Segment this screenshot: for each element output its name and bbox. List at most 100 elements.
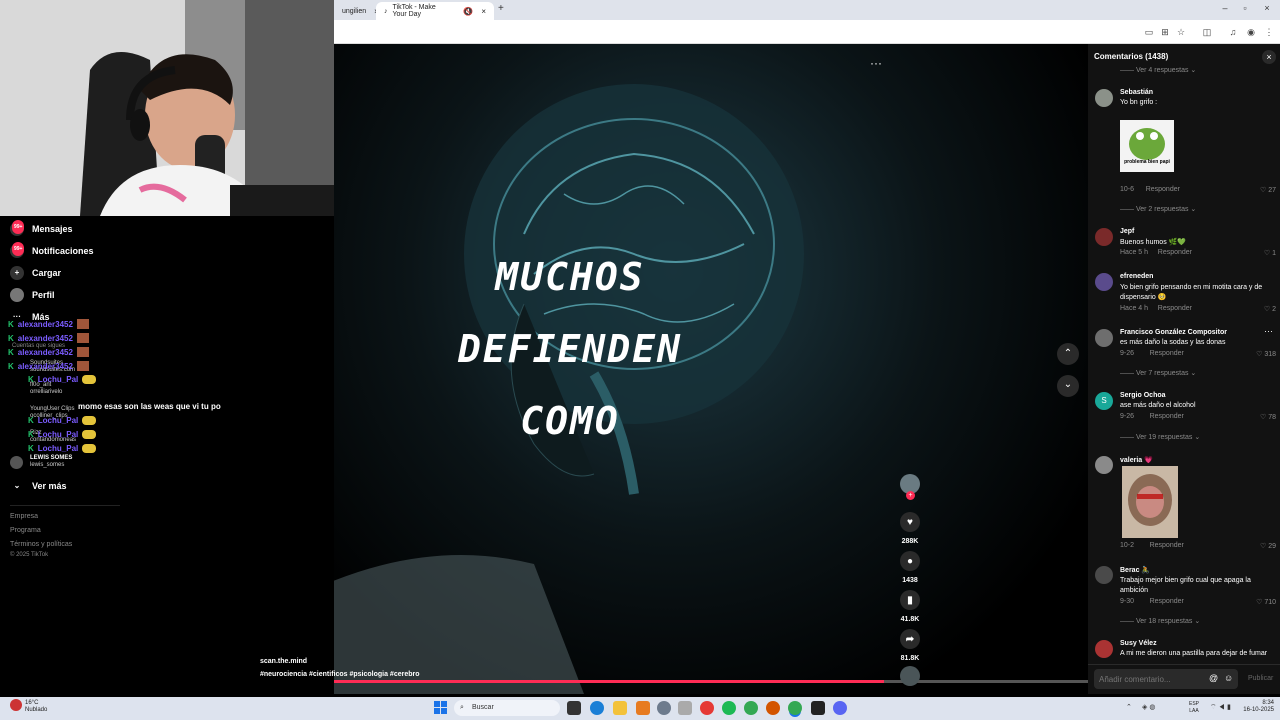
chrome-active-icon[interactable]	[788, 701, 802, 715]
discord-icon[interactable]	[833, 701, 847, 715]
menu-kebab-icon[interactable]: ⋮	[1262, 25, 1276, 39]
comment-like[interactable]: ♡ 27	[1246, 186, 1276, 194]
comment-like[interactable]: ♡ 1	[1246, 249, 1276, 257]
view-replies-button[interactable]: —— Ver 19 respuestas ⌄	[1120, 433, 1200, 441]
settings-icon[interactable]	[657, 701, 671, 715]
comment-author[interactable]: Francisco González Compositor	[1120, 329, 1227, 336]
comment-author[interactable]: Sebastián	[1120, 89, 1153, 96]
media-icon[interactable]: ♫	[1226, 25, 1240, 39]
app-icon[interactable]	[811, 701, 825, 715]
file-explorer-icon[interactable]	[613, 701, 627, 715]
avatar[interactable]	[1095, 89, 1113, 107]
reply-button[interactable]: Responder	[1150, 598, 1184, 605]
avatar[interactable]	[1095, 329, 1113, 347]
media-player-icon[interactable]	[700, 701, 714, 715]
comment-author[interactable]: valeria 💗	[1120, 456, 1153, 464]
reply-button[interactable]: Responder	[1158, 305, 1192, 312]
view-replies-button[interactable]: —— Ver 4 respuestas ⌄	[1120, 66, 1196, 74]
avatar[interactable]: S	[1095, 392, 1113, 410]
avatar[interactable]	[1095, 456, 1113, 474]
tray-icons[interactable]: ◈ ◍	[1142, 703, 1155, 711]
like-button[interactable]: ♥ 288K	[900, 512, 920, 545]
extensions-icon[interactable]: ◫	[1200, 25, 1214, 39]
reply-button[interactable]: Responder	[1150, 413, 1184, 420]
comment-like[interactable]: ♡ 710	[1246, 598, 1276, 606]
network-volume-icons[interactable]: ⌔ ◀ ▮	[1210, 703, 1231, 712]
mention-icon[interactable]: @	[1209, 673, 1218, 683]
avatar[interactable]	[1095, 566, 1113, 584]
mute-icon[interactable]: 🔇	[463, 7, 473, 16]
translate-icon[interactable]: ⊞	[1158, 25, 1172, 39]
browser-tab[interactable]: ungilien ×	[334, 2, 379, 20]
spotify-icon[interactable]	[722, 701, 736, 715]
tray-chevron-icon[interactable]: ⌃	[1126, 703, 1132, 711]
followed-account[interactable]: fl0o_ant orrelliarivelo	[30, 382, 62, 396]
taskbar-search[interactable]: ⌕ Buscar	[454, 700, 560, 716]
comment-author[interactable]: efreneden	[1120, 273, 1153, 280]
comment-like[interactable]: ♡ 29	[1246, 542, 1276, 550]
maximize-button[interactable]: ▫	[1238, 3, 1252, 13]
comment-button[interactable]: ● 1438	[900, 551, 920, 584]
comment-author[interactable]: Berac 🚴	[1120, 566, 1150, 574]
reply-button[interactable]: Responder	[1150, 350, 1184, 357]
reply-button[interactable]: Responder	[1146, 186, 1180, 193]
avatar[interactable]	[1095, 273, 1113, 291]
bookmark-button[interactable]: ▮ 41.8K	[900, 590, 920, 623]
next-video-button[interactable]: ⌄	[1057, 375, 1079, 397]
comment-author[interactable]: Sergio Ochoa	[1120, 392, 1166, 399]
comment-author[interactable]: Jepf	[1120, 228, 1134, 235]
avatar[interactable]	[1095, 640, 1113, 658]
reply-button[interactable]: Responder	[1150, 542, 1184, 549]
previous-video-button[interactable]: ⌃	[1057, 343, 1079, 365]
publish-button[interactable]: Publicar	[1248, 675, 1273, 682]
comment-like[interactable]: ♡ 78	[1246, 413, 1276, 421]
follow-plus-icon[interactable]: +	[906, 491, 915, 500]
edge-icon[interactable]	[590, 701, 604, 715]
avatar[interactable]	[1095, 228, 1113, 246]
comment-like[interactable]: ♡ 2	[1246, 305, 1276, 313]
close-comments-button[interactable]: ×	[1262, 50, 1276, 64]
sidebar-item-notificaciones[interactable]: ▤99+ Notificaciones	[10, 241, 94, 261]
emoji-icon[interactable]: ☺	[1224, 673, 1233, 683]
view-replies-button[interactable]: —— Ver 7 respuestas ⌄	[1120, 369, 1196, 377]
followed-account[interactable]: LEWIS SOMES lewis_somes	[10, 455, 72, 469]
comment-sticker-image[interactable]: problema bien papi	[1120, 120, 1174, 172]
video-more-icon[interactable]: ···	[870, 56, 882, 70]
video-hashtags[interactable]: #neurociencia #cientificos #psicologia #…	[260, 671, 420, 678]
app-icon[interactable]	[636, 701, 650, 715]
music-disc-icon[interactable]	[900, 666, 920, 686]
clock[interactable]: 8:34 16-10-2025	[1238, 700, 1274, 714]
see-more-button[interactable]: ⌄ Ver más	[10, 476, 67, 496]
comment-image[interactable]	[1122, 466, 1178, 538]
profile-avatar-icon[interactable]: ◉	[1244, 25, 1258, 39]
task-view-icon[interactable]	[567, 701, 581, 715]
footer-link[interactable]: Términos y políticas	[10, 541, 72, 548]
bookmark-star-icon[interactable]: ☆	[1174, 25, 1188, 39]
close-window-button[interactable]: ×	[1260, 3, 1274, 13]
app-icon[interactable]	[678, 701, 692, 715]
app-icon[interactable]	[766, 701, 780, 715]
sidebar-item-mensajes[interactable]: ➤99+ Mensajes	[10, 219, 73, 239]
minimize-button[interactable]: –	[1218, 3, 1232, 13]
view-replies-button[interactable]: —— Ver 2 respuestas ⌄	[1120, 205, 1196, 213]
sidebar-item-perfil[interactable]: Perfil	[10, 285, 55, 305]
weather-icon[interactable]	[10, 699, 22, 711]
language-indicator[interactable]: ESP LAA	[1189, 701, 1199, 715]
footer-link[interactable]: Programa	[10, 527, 41, 534]
share-button[interactable]: ➦ 81.8K	[900, 629, 920, 662]
view-replies-button[interactable]: —— Ver 18 respuestas ⌄	[1120, 617, 1200, 625]
comment-more-icon[interactable]: ···	[1264, 326, 1273, 336]
browser-tab-active[interactable]: ♪ TikTok - Make Your Day 🔇 ×	[376, 2, 494, 20]
comment-author[interactable]: Susy Vélez	[1120, 640, 1157, 647]
sidebar-item-cargar[interactable]: + Cargar	[10, 263, 61, 283]
cast-icon[interactable]: ▭	[1142, 25, 1156, 39]
weather-widget[interactable]: 16°C Nublado	[25, 700, 47, 714]
footer-link[interactable]: Empresa	[10, 513, 38, 520]
comment-like[interactable]: ♡ 318	[1246, 350, 1276, 358]
new-tab-button[interactable]: +	[498, 3, 504, 14]
tab-close-icon[interactable]: ×	[481, 7, 486, 16]
video-author[interactable]: scan.the.mind	[260, 658, 307, 665]
reply-button[interactable]: Responder	[1158, 249, 1192, 256]
windows-start-icon[interactable]	[434, 701, 448, 715]
chrome-icon[interactable]	[744, 701, 758, 715]
